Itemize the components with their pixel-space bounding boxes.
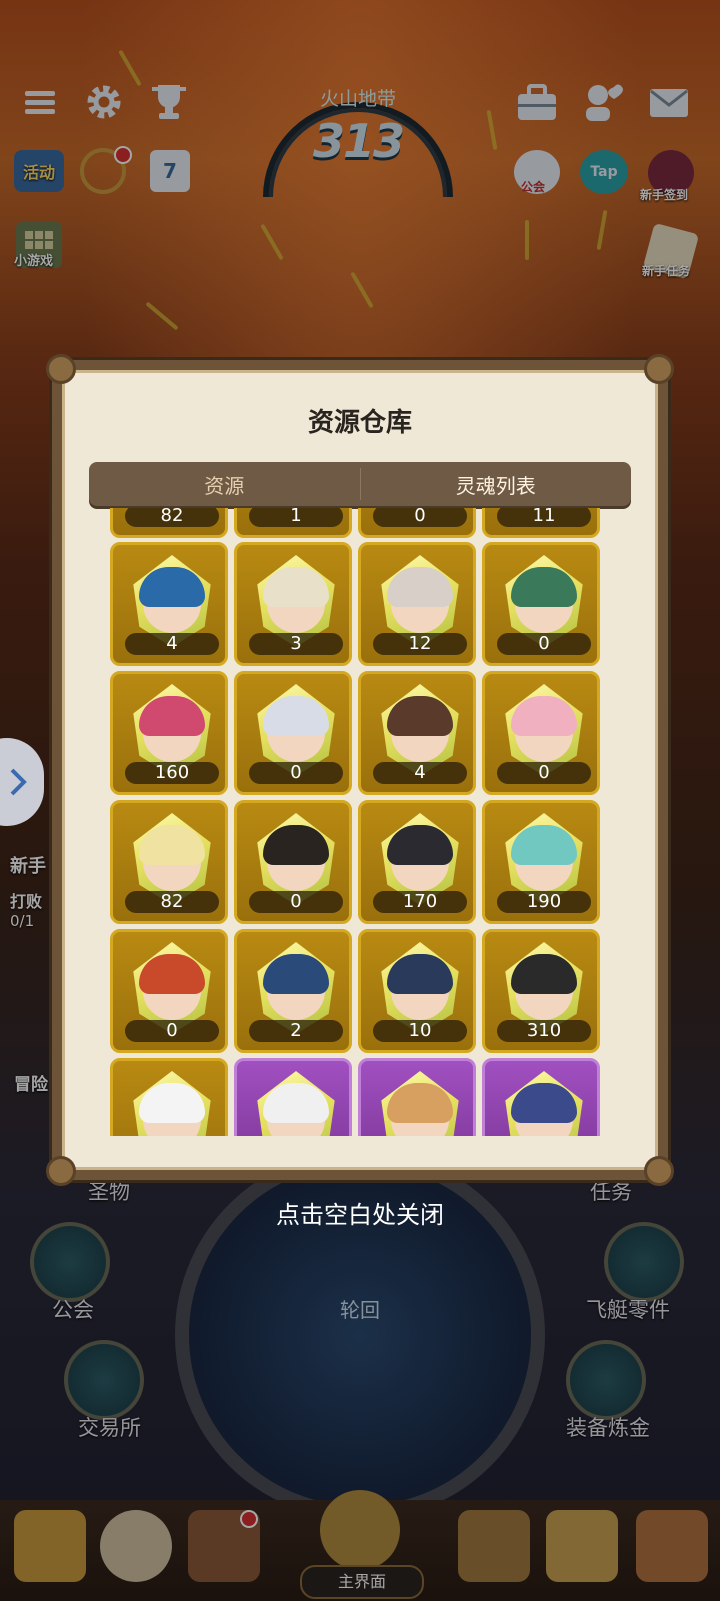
soul-count: 170 bbox=[373, 891, 467, 913]
soul-count: 3 bbox=[249, 633, 343, 655]
tab-soul-list-label: 灵魂列表 bbox=[455, 473, 536, 498]
tab-resources[interactable]: 资源 bbox=[89, 462, 360, 506]
soul-count: 4 bbox=[373, 762, 467, 784]
soul-card[interactable] bbox=[358, 1058, 476, 1136]
soul-count: 10 bbox=[373, 1020, 467, 1042]
soul-card[interactable]: 4 bbox=[358, 671, 476, 795]
soul-card[interactable]: 10 bbox=[358, 929, 476, 1053]
soul-card[interactable]: 11 bbox=[482, 508, 600, 538]
soul-count: 82 bbox=[125, 891, 219, 913]
soul-card[interactable]: 0 bbox=[110, 929, 228, 1053]
soul-count: 0 bbox=[125, 1020, 219, 1042]
soul-count: 0 bbox=[373, 508, 467, 527]
soul-count: 4 bbox=[125, 633, 219, 655]
soul-card[interactable]: 82 bbox=[110, 508, 228, 538]
soul-card[interactable]: 2 bbox=[234, 929, 352, 1053]
soul-card[interactable]: 3 bbox=[234, 542, 352, 666]
soul-count: 2 bbox=[249, 1020, 343, 1042]
soul-count: 0 bbox=[497, 633, 591, 655]
soul-card[interactable] bbox=[234, 1058, 352, 1136]
soul-card[interactable]: 4 bbox=[110, 542, 228, 666]
soul-card[interactable]: 0 bbox=[234, 800, 352, 924]
soul-count: 0 bbox=[249, 762, 343, 784]
soul-count: 190 bbox=[497, 891, 591, 913]
soul-count: 0 bbox=[497, 762, 591, 784]
soul-count: 310 bbox=[497, 1020, 591, 1042]
soul-card[interactable]: 0 bbox=[358, 508, 476, 538]
soul-card[interactable]: 160 bbox=[110, 671, 228, 795]
modal-title: 资源仓库 bbox=[307, 408, 412, 438]
soul-count: 0 bbox=[249, 891, 343, 913]
soul-card[interactable]: 1 bbox=[234, 508, 352, 538]
soul-card[interactable]: 12 bbox=[358, 542, 476, 666]
tab-resources-label: 资源 bbox=[204, 473, 245, 498]
soul-card[interactable] bbox=[482, 1058, 600, 1136]
soul-card[interactable]: 310 bbox=[482, 929, 600, 1053]
soul-count: 12 bbox=[373, 633, 467, 655]
soul-card[interactable]: 0 bbox=[234, 671, 352, 795]
modal-corner bbox=[46, 1156, 76, 1186]
soul-count: 160 bbox=[125, 762, 219, 784]
soul-card[interactable]: 0 bbox=[482, 542, 600, 666]
soul-count: 82 bbox=[125, 508, 219, 527]
close-hint: 点击空白处关闭 bbox=[276, 1201, 444, 1229]
soul-count: 1 bbox=[249, 508, 343, 527]
tab-soul-list[interactable]: 灵魂列表 bbox=[361, 462, 632, 506]
soul-grid[interactable]: 82 1 0 11 4 3 12 0 160 0 4 0 82 0 170 190 0 2 10 310 bbox=[104, 508, 616, 1136]
soul-count: 11 bbox=[497, 508, 591, 527]
soul-card[interactable]: 170 bbox=[358, 800, 476, 924]
modal-corner bbox=[46, 354, 76, 384]
soul-card[interactable]: 0 bbox=[482, 671, 600, 795]
soul-card[interactable]: 190 bbox=[482, 800, 600, 924]
soul-card[interactable] bbox=[110, 1058, 228, 1136]
soul-card[interactable]: 82 bbox=[110, 800, 228, 924]
modal-tabs: 资源 灵魂列表 bbox=[89, 462, 631, 506]
modal-corner bbox=[644, 354, 674, 384]
modal-corner bbox=[644, 1156, 674, 1186]
